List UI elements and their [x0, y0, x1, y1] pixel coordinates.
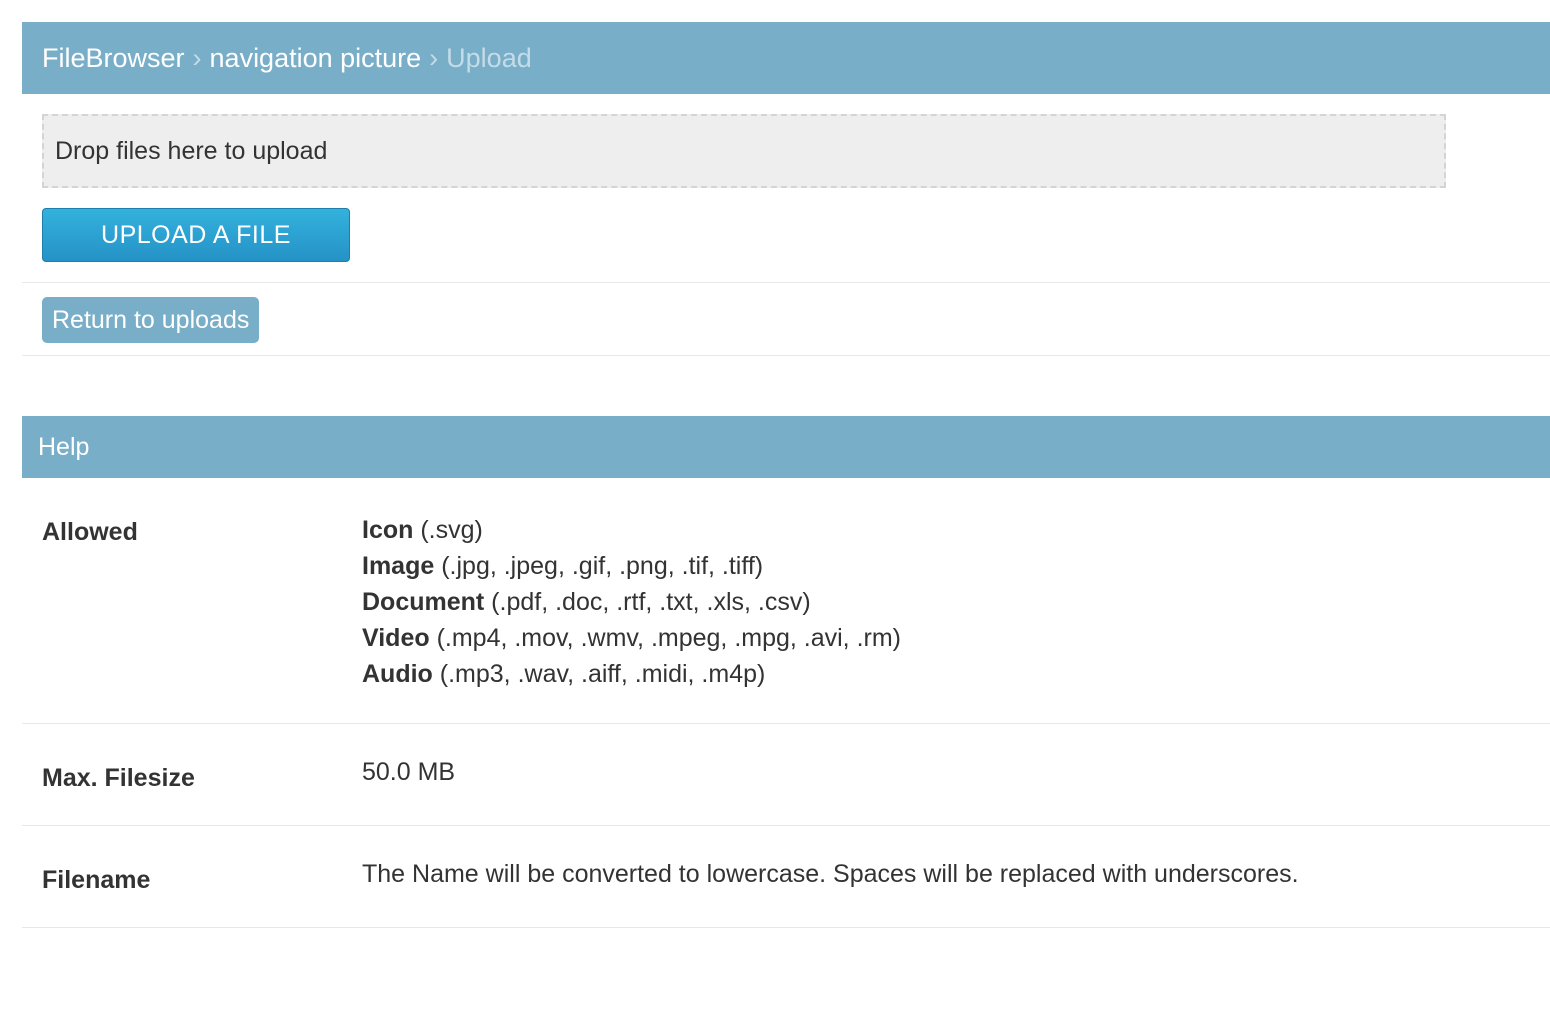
allowed-type-name: Audio [362, 660, 433, 688]
breadcrumb: FileBrowser › navigation picture › Uploa… [22, 22, 1550, 94]
help-row-max-filesize: Max. Filesize 50.0 MB [22, 724, 1550, 826]
allowed-types-list: Icon (.svg) Image (.jpg, .jpeg, .gif, .p… [362, 512, 1550, 723]
allowed-label: Allowed [42, 518, 138, 546]
allowed-type-item: Icon (.svg) [362, 512, 1550, 548]
drop-zone-label: Drop files here to upload [55, 136, 328, 165]
max-filesize-label: Max. Filesize [42, 764, 195, 792]
allowed-type-name: Video [362, 624, 430, 652]
return-to-uploads-button[interactable]: Return to uploads [42, 297, 260, 343]
allowed-type-extensions: (.mp4, .mov, .wmv, .mpeg, .mpg, .avi, .r… [429, 624, 901, 652]
breadcrumb-root-link[interactable]: FileBrowser [42, 43, 185, 74]
help-row-filename: Filename The Name will be converted to l… [22, 826, 1550, 928]
max-filesize-value: 50.0 MB [362, 758, 456, 786]
allowed-type-item: Document (.pdf, .doc, .rtf, .txt, .xls, … [362, 584, 1550, 620]
allowed-type-name: Icon [362, 516, 414, 544]
allowed-type-extensions: (.jpg, .jpeg, .gif, .png, .tif, .tiff) [434, 552, 764, 580]
upload-section: Drop files here to upload UPLOAD A FILE [22, 114, 1550, 283]
allowed-type-item: Image (.jpg, .jpeg, .gif, .png, .tif, .t… [362, 548, 1550, 584]
help-title: Help [38, 432, 90, 461]
help-header: Help [22, 416, 1550, 478]
allowed-type-item: Video (.mp4, .mov, .wmv, .mpeg, .mpg, .a… [362, 620, 1550, 656]
allowed-type-extensions: (.svg) [413, 516, 483, 544]
help-row-allowed: Allowed Icon (.svg) Image (.jpg, .jpeg, … [22, 478, 1550, 724]
upload-file-button[interactable]: UPLOAD A FILE [42, 208, 350, 262]
breadcrumb-folder-link[interactable]: navigation picture [210, 43, 422, 74]
return-row: Return to uploads [22, 283, 1550, 356]
breadcrumb-separator: › [192, 42, 202, 73]
allowed-type-item: Audio (.mp3, .wav, .aiff, .midi, .m4p) [362, 656, 1550, 692]
breadcrumb-current: Upload [446, 42, 532, 73]
filename-label: Filename [42, 866, 151, 894]
allowed-type-extensions: (.mp3, .wav, .aiff, .midi, .m4p) [432, 660, 766, 688]
filename-value: The Name will be converted to lowercase.… [362, 860, 1299, 888]
allowed-type-name: Document [362, 588, 485, 616]
page-container: FileBrowser › navigation picture › Uploa… [22, 22, 1550, 928]
allowed-type-name: Image [362, 552, 435, 580]
allowed-type-extensions: (.pdf, .doc, .rtf, .txt, .xls, .csv) [484, 588, 811, 616]
breadcrumb-separator: › [429, 42, 439, 73]
drop-zone[interactable]: Drop files here to upload [42, 114, 1446, 188]
